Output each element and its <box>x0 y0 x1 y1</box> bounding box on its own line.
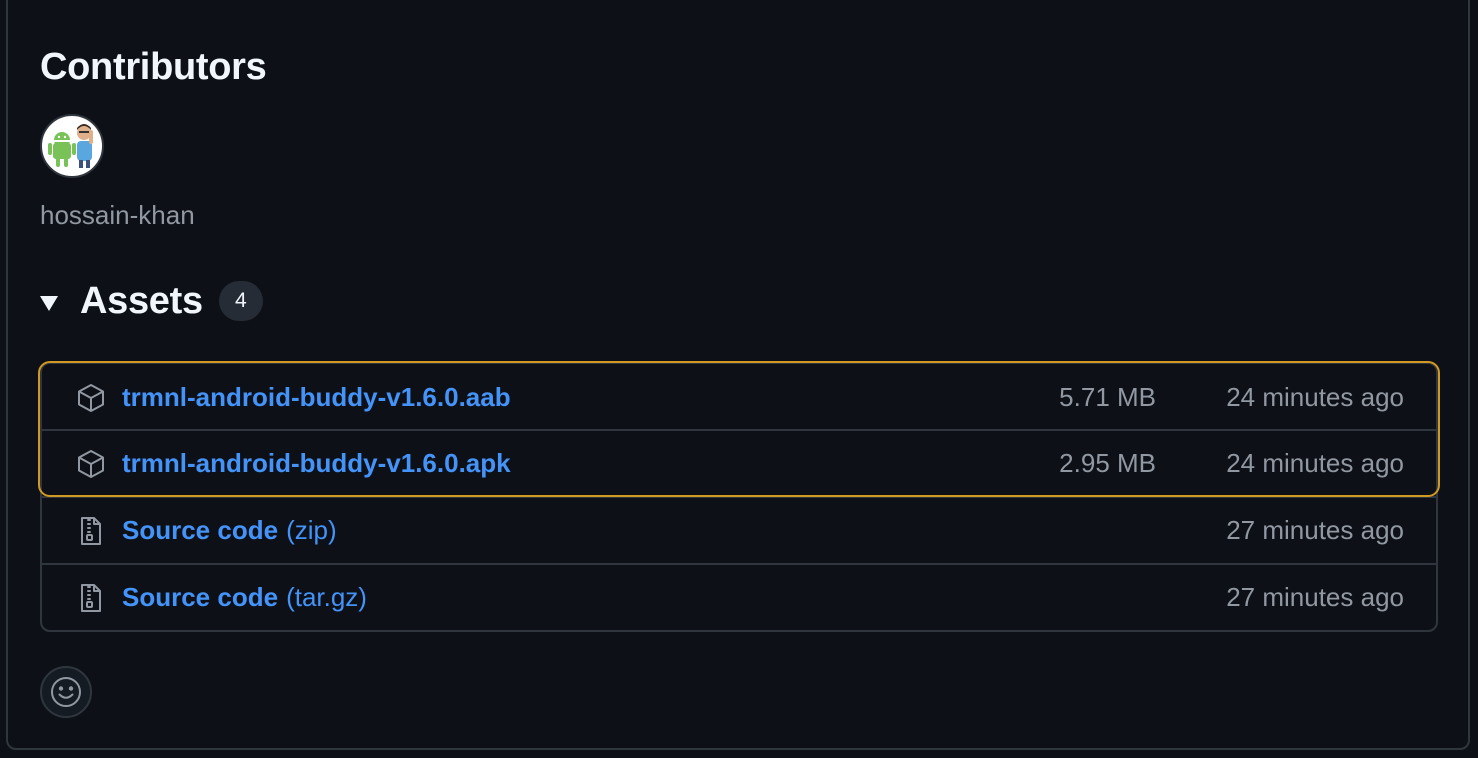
asset-row: trmnl-android-buddy-v1.6.0.apk 2.95 MB 2… <box>42 429 1436 496</box>
contributor-avatar[interactable] <box>40 114 104 178</box>
asset-row: Source code (zip) 27 minutes ago <box>42 496 1436 563</box>
asset-time: 24 minutes ago <box>1226 382 1404 412</box>
asset-time: 27 minutes ago <box>1226 582 1404 612</box>
asset-link[interactable]: Source code (zip) <box>122 515 337 546</box>
smiley-icon <box>51 677 81 707</box>
contributors-heading: Contributors <box>40 46 267 88</box>
assets-toggle[interactable]: Assets 4 <box>40 276 263 326</box>
asset-row: trmnl-android-buddy-v1.6.0.aab 5.71 MB 2… <box>42 364 1436 431</box>
package-icon <box>74 381 108 415</box>
caret-down-icon <box>40 295 58 311</box>
assets-list: trmnl-android-buddy-v1.6.0.aab 5.71 MB 2… <box>40 362 1438 632</box>
add-reaction-button[interactable] <box>40 666 92 718</box>
android-robot-avatar-icon <box>48 124 93 168</box>
assets-heading: Assets <box>80 279 203 322</box>
contributor-name[interactable]: hossain-khan <box>40 200 195 231</box>
file-zip-icon <box>74 581 108 615</box>
file-zip-icon <box>74 514 108 548</box>
asset-row: Source code (tar.gz) 27 minutes ago <box>42 563 1436 630</box>
asset-link[interactable]: trmnl-android-buddy-v1.6.0.aab <box>122 382 519 413</box>
asset-size: 2.95 MB <box>1059 448 1156 478</box>
asset-link[interactable]: trmnl-android-buddy-v1.6.0.apk <box>122 448 519 479</box>
asset-size: 5.71 MB <box>1059 382 1156 412</box>
assets-count-badge: 4 <box>218 281 263 321</box>
asset-time: 24 minutes ago <box>1226 448 1404 478</box>
asset-time: 27 minutes ago <box>1226 515 1404 545</box>
package-icon <box>74 447 108 481</box>
asset-link[interactable]: Source code (tar.gz) <box>122 582 367 613</box>
